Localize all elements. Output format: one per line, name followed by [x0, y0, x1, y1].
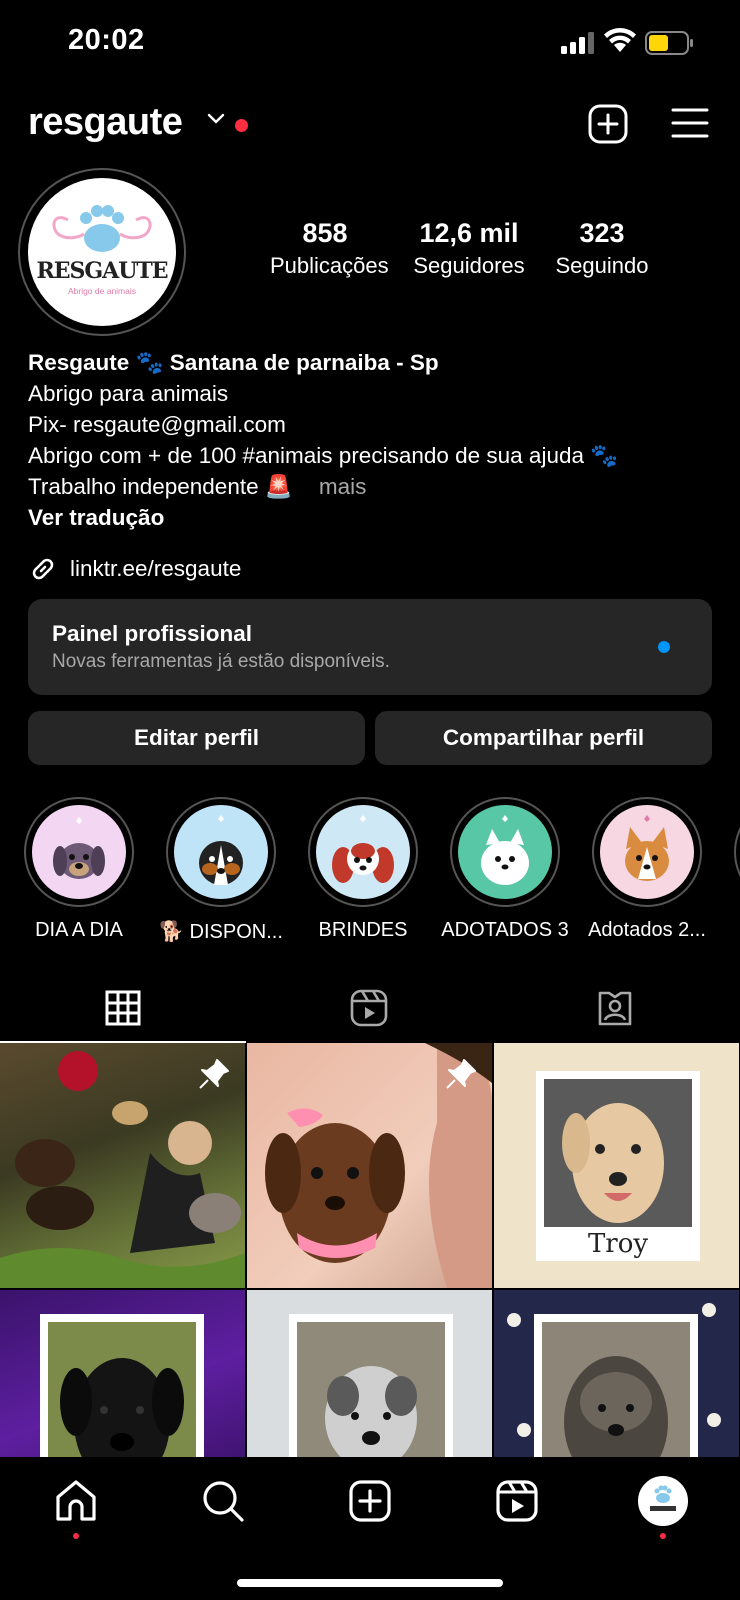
profile-stats: 858 Publicações 12,6 mil Seguidores 323 … — [262, 218, 682, 284]
profile-notification-dot — [660, 1533, 666, 1539]
tab-posts-grid[interactable] — [0, 975, 246, 1041]
highlight-ring — [592, 797, 702, 907]
polaroid-caption: Troy — [587, 1229, 649, 1259]
profile-header: resgaute — [0, 95, 740, 155]
new-badge-dot — [658, 641, 670, 653]
bio-link[interactable]: linktr.ee/resgaute — [28, 553, 241, 585]
create-icon[interactable] — [346, 1477, 394, 1525]
panel-title: Painel profissional — [52, 621, 253, 646]
bio-line: Abrigo com + de 100 #animais precisando … — [28, 443, 619, 468]
tab-reels[interactable] — [246, 975, 492, 1041]
stat-following[interactable]: 323 Seguindo — [550, 218, 654, 279]
avatar-subtitle: Abrigo de animais — [67, 286, 137, 296]
highlight-ring — [308, 797, 418, 907]
reels-icon — [350, 989, 388, 1027]
highlight-item[interactable]: 🐕 DISPON... — [150, 797, 292, 944]
panel-subtitle: Novas ferramentas já estão disponíveis. — [52, 651, 390, 672]
story-highlights: DIA A DIA 🐕 DISPON... BRINDES ADOTADOS 3… — [0, 797, 740, 947]
highlight-item-partial[interactable] — [718, 797, 740, 907]
post-thumbnail[interactable] — [494, 1290, 739, 1457]
highlight-label: 🐕 DISPON... — [159, 921, 283, 943]
post-thumbnail[interactable] — [247, 1290, 492, 1457]
posts-count: 858 — [302, 218, 348, 248]
pinned-icon — [199, 1059, 229, 1089]
bio-line: Abrigo para animais — [28, 381, 229, 406]
highlight-ring — [734, 797, 740, 907]
tagged-person-icon — [598, 991, 632, 1026]
posts-label: Publicações — [270, 253, 389, 278]
highlight-label: ADOTADOS 3 — [441, 919, 569, 941]
paw-wings-logo — [52, 205, 152, 252]
bottom-navigation — [0, 1457, 740, 1600]
highlight-item[interactable]: Adotados 2... — [576, 797, 718, 942]
avatar[interactable]: RESGAUTE Abrigo de animais — [28, 178, 176, 326]
highlight-ring — [24, 797, 134, 907]
highlight-item[interactable]: ADOTADOS 3 — [434, 797, 576, 942]
bio-line: Pix- resgaute@gmail.com — [28, 412, 286, 437]
highlight-ring — [450, 797, 560, 907]
highlight-label: DIA A DIA — [35, 919, 123, 941]
highlight-item[interactable]: DIA A DIA — [8, 797, 150, 942]
grid-icon — [105, 990, 141, 1026]
status-bar: 20:02 — [0, 0, 740, 90]
cavalier-dog-illustration — [316, 805, 410, 899]
stat-followers[interactable]: 12,6 mil Seguidores — [404, 218, 534, 279]
polaroid-frame — [534, 1314, 698, 1457]
corgi-illustration — [600, 805, 694, 899]
see-translation-link[interactable]: Ver tradução — [28, 502, 718, 533]
bio-more-link[interactable]: mais — [319, 474, 367, 499]
bio-name: Resgaute 🐾 Santana de parnaiba - Sp — [28, 350, 439, 375]
stat-posts[interactable]: 858 Publicações — [270, 218, 389, 279]
professional-dashboard[interactable]: Painel profissional Novas ferramentas já… — [28, 599, 712, 695]
search-icon[interactable] — [199, 1477, 247, 1525]
reels-icon[interactable] — [493, 1477, 541, 1525]
following-count: 323 — [579, 218, 625, 248]
spitz-dog-illustration — [458, 805, 552, 899]
followers-label: Seguidores — [413, 253, 525, 278]
following-label: Seguindo — [555, 253, 649, 278]
account-switcher[interactable]: resgaute — [28, 101, 183, 144]
post-thumbnail[interactable] — [247, 1043, 492, 1288]
followers-count: 12,6 mil — [419, 218, 519, 248]
battery-icon — [645, 31, 693, 55]
polaroid-frame — [289, 1314, 453, 1457]
profile-bio: Resgaute 🐾 Santana de parnaiba - Sp Abri… — [28, 347, 718, 533]
post-thumbnail[interactable] — [0, 1043, 245, 1288]
home-icon[interactable] — [52, 1477, 100, 1525]
home-indicator — [237, 1579, 503, 1587]
highlight-ring — [166, 797, 276, 907]
post-thumbnail[interactable]: Troy — [494, 1043, 739, 1288]
link-icon — [32, 558, 54, 580]
profile-tabs — [0, 975, 740, 1043]
bernese-dog-illustration — [174, 805, 268, 899]
bio-line: Trabalho independente 🚨 — [28, 474, 293, 499]
cellular-signal-icon — [561, 32, 594, 54]
chevron-down-icon[interactable] — [206, 109, 226, 129]
menu-icon[interactable] — [671, 106, 709, 140]
highlight-label: Adotados 2... — [588, 919, 706, 941]
wifi-icon — [604, 28, 636, 52]
dachshund-illustration — [32, 805, 126, 899]
new-post-icon[interactable] — [588, 104, 628, 144]
pinned-icon — [446, 1059, 476, 1089]
share-profile-button[interactable]: Compartilhar perfil — [375, 711, 712, 765]
bio-link-text: linktr.ee/resgaute — [70, 556, 242, 581]
polaroid-frame: Troy — [536, 1071, 700, 1261]
profile-tab-avatar[interactable] — [638, 1476, 688, 1526]
bio-line-last: Trabalho independente 🚨 mais — [28, 471, 718, 502]
notification-dot — [235, 119, 248, 132]
edit-profile-button[interactable]: Editar perfil — [28, 711, 365, 765]
tab-tagged[interactable] — [492, 975, 738, 1041]
status-time: 20:02 — [68, 24, 145, 56]
post-thumbnail[interactable] — [0, 1290, 245, 1457]
home-notification-dot — [73, 1533, 79, 1539]
avatar-title: RESGAUTE — [36, 258, 168, 284]
polaroid-frame — [40, 1314, 204, 1457]
highlight-item[interactable]: BRINDES — [292, 797, 434, 942]
highlight-label: BRINDES — [318, 919, 408, 941]
posts-grid: Troy — [0, 1043, 740, 1457]
